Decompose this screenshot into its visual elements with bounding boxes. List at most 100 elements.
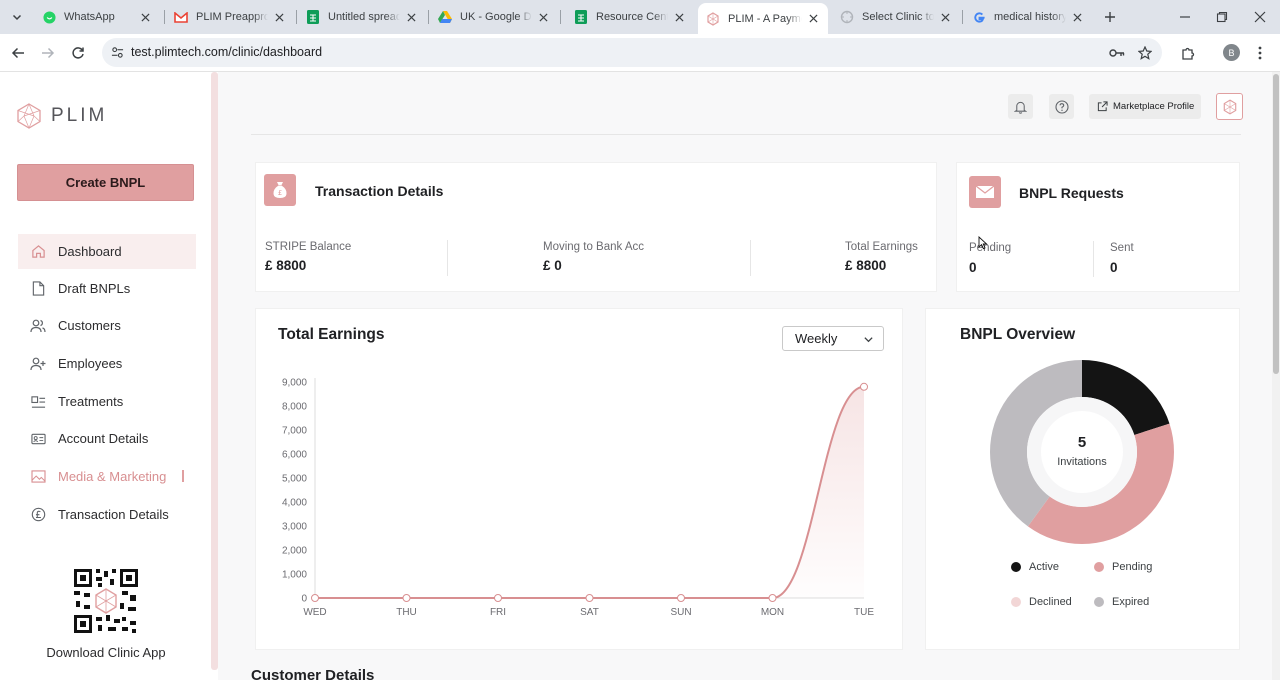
tab-label: Select Clinic to c xyxy=(862,11,934,23)
page-scrollbar[interactable] xyxy=(1272,72,1280,680)
tab-whatsapp[interactable]: WhatsApp xyxy=(34,4,160,30)
close-icon[interactable] xyxy=(806,12,820,26)
sidebar-item-transaction-details[interactable]: Transaction Details xyxy=(18,497,196,532)
tab-plim-active[interactable]: PLIM - A Payment xyxy=(698,3,828,34)
plim-logo-icon xyxy=(17,103,41,129)
data-point[interactable] xyxy=(311,594,319,602)
site-info-icon[interactable] xyxy=(110,45,124,59)
tab-separator xyxy=(296,10,297,24)
sidebar-item-account-details[interactable]: Account Details xyxy=(18,421,196,456)
qr-code[interactable] xyxy=(72,567,140,635)
sidebar-item-treatments[interactable]: Treatments xyxy=(18,384,196,419)
sidebar-scrollbar[interactable] xyxy=(211,72,218,670)
bnpl-overview-title: BNPL Overview xyxy=(960,326,1076,343)
bookmark-star-icon[interactable] xyxy=(1137,45,1153,61)
tab-label: Untitled spreadsheet xyxy=(328,11,400,23)
new-tab-plus-icon[interactable] xyxy=(1099,6,1121,28)
legend-active[interactable]: Active xyxy=(1011,561,1059,573)
password-key-icon[interactable] xyxy=(1109,45,1125,61)
svg-text:£: £ xyxy=(278,189,282,197)
legend-pending[interactable]: Pending xyxy=(1094,561,1152,573)
legend-swatch xyxy=(1011,597,1021,607)
extensions-icon[interactable] xyxy=(1177,42,1199,64)
address-bar[interactable]: test.plimtech.com/clinic/dashboard xyxy=(102,38,1162,67)
close-icon[interactable] xyxy=(138,10,152,24)
tab-untitled-spreadsheet[interactable]: Untitled spreadsheet xyxy=(298,4,426,30)
legend-swatch xyxy=(1094,562,1104,572)
id-card-icon xyxy=(30,431,46,447)
data-point[interactable] xyxy=(494,594,502,602)
marketplace-profile-button[interactable]: Marketplace Profile xyxy=(1089,94,1201,119)
drive-icon xyxy=(438,10,452,24)
image-icon xyxy=(30,469,46,485)
forward-arrow-icon[interactable] xyxy=(37,42,59,64)
close-icon[interactable] xyxy=(672,10,686,24)
sidebar-item-media-marketing[interactable]: Media & Marketing xyxy=(18,459,196,494)
data-point[interactable] xyxy=(860,382,868,391)
restore-icon[interactable] xyxy=(1211,6,1233,28)
period-select[interactable]: Weekly xyxy=(782,326,884,351)
url-text: test.plimtech.com/clinic/dashboard xyxy=(131,45,323,59)
close-icon[interactable] xyxy=(1070,10,1084,24)
moving-to-bank-label: Moving to Bank Acc xyxy=(543,241,644,253)
close-window-icon[interactable] xyxy=(1249,6,1271,28)
sidebar-item-employees[interactable]: Employees xyxy=(18,346,196,381)
stripe-balance-label: STRIPE Balance xyxy=(265,241,352,253)
create-bnpl-button[interactable]: Create BNPL xyxy=(17,164,194,201)
close-icon[interactable] xyxy=(404,10,418,24)
help-question-icon[interactable] xyxy=(1049,94,1074,119)
header-divider xyxy=(251,134,1241,135)
tab-medical-history[interactable]: medical history xyxy=(964,4,1092,30)
total-earnings-value: £ 8800 xyxy=(845,258,887,273)
clinic-avatar[interactable] xyxy=(1216,93,1243,120)
notifications-bell-icon[interactable] xyxy=(1008,94,1033,119)
tab-select-clinic[interactable]: Select Clinic to c xyxy=(832,4,960,30)
gmail-icon xyxy=(174,10,188,24)
tab-label: UK - Google Drive xyxy=(460,11,532,23)
sidebar-item-draft-bnpls[interactable]: Draft BNPLs xyxy=(18,271,196,306)
data-point[interactable] xyxy=(768,594,777,602)
legend-expired[interactable]: Expired xyxy=(1094,596,1149,608)
legend-label: Declined xyxy=(1029,596,1072,608)
y-tick-label: 6,000 xyxy=(282,450,307,461)
tab-google-drive[interactable]: UK - Google Drive xyxy=(430,4,558,30)
y-tick-label: 8,000 xyxy=(282,402,307,413)
marketplace-profile-label: Marketplace Profile xyxy=(1113,101,1195,112)
sidebar-item-dashboard[interactable]: Dashboard xyxy=(18,234,196,269)
plim-logo[interactable]: PLIM xyxy=(16,103,107,129)
close-icon[interactable] xyxy=(272,10,286,24)
pending-label: Pending xyxy=(969,242,1012,254)
minimize-icon[interactable] xyxy=(1174,6,1196,28)
tab-resource-centre[interactable]: Resource Centre xyxy=(566,4,694,30)
total-earnings-chart: 0 1,000 2,000 3,000 4,000 5,000 6,000 7,000 8,00… xyxy=(282,378,874,619)
sidebar-item-label: Media & Marketing xyxy=(58,469,167,484)
data-point[interactable] xyxy=(585,594,594,602)
browser-menu-icon[interactable] xyxy=(1249,42,1271,64)
profile-avatar[interactable]: B xyxy=(1223,44,1240,61)
document-icon xyxy=(30,281,46,297)
scrollbar-thumb[interactable] xyxy=(1273,74,1279,374)
data-point[interactable] xyxy=(677,594,685,602)
customer-details-title: Customer Details xyxy=(251,667,375,680)
tab-label: PLIM Preapproval xyxy=(196,11,268,23)
pending-value: 0 xyxy=(969,260,977,275)
home-icon xyxy=(30,244,46,260)
bnpl-requests-title: BNPL Requests xyxy=(1019,185,1124,201)
download-app-label: Download Clinic App xyxy=(46,645,166,660)
back-arrow-icon[interactable] xyxy=(7,42,29,64)
data-point[interactable] xyxy=(402,594,411,602)
tab-search-chevron-icon[interactable] xyxy=(6,7,28,27)
loading-icon xyxy=(840,10,854,24)
sent-label: Sent xyxy=(1110,242,1134,254)
legend-declined[interactable]: Declined xyxy=(1011,596,1072,608)
reload-icon[interactable] xyxy=(67,42,89,64)
tab-gmail[interactable]: PLIM Preapproval xyxy=(166,4,294,30)
money-bag-icon: £ xyxy=(264,174,296,206)
sidebar-item-customers[interactable]: Customers xyxy=(18,308,196,343)
sidebar-item-label: Treatments xyxy=(58,394,124,409)
chevron-down-icon xyxy=(862,333,874,345)
close-icon[interactable] xyxy=(536,10,550,24)
y-tick-label: 9,000 xyxy=(282,378,307,389)
sidebar-item-label: Customers xyxy=(58,318,121,333)
close-icon[interactable] xyxy=(938,10,952,24)
